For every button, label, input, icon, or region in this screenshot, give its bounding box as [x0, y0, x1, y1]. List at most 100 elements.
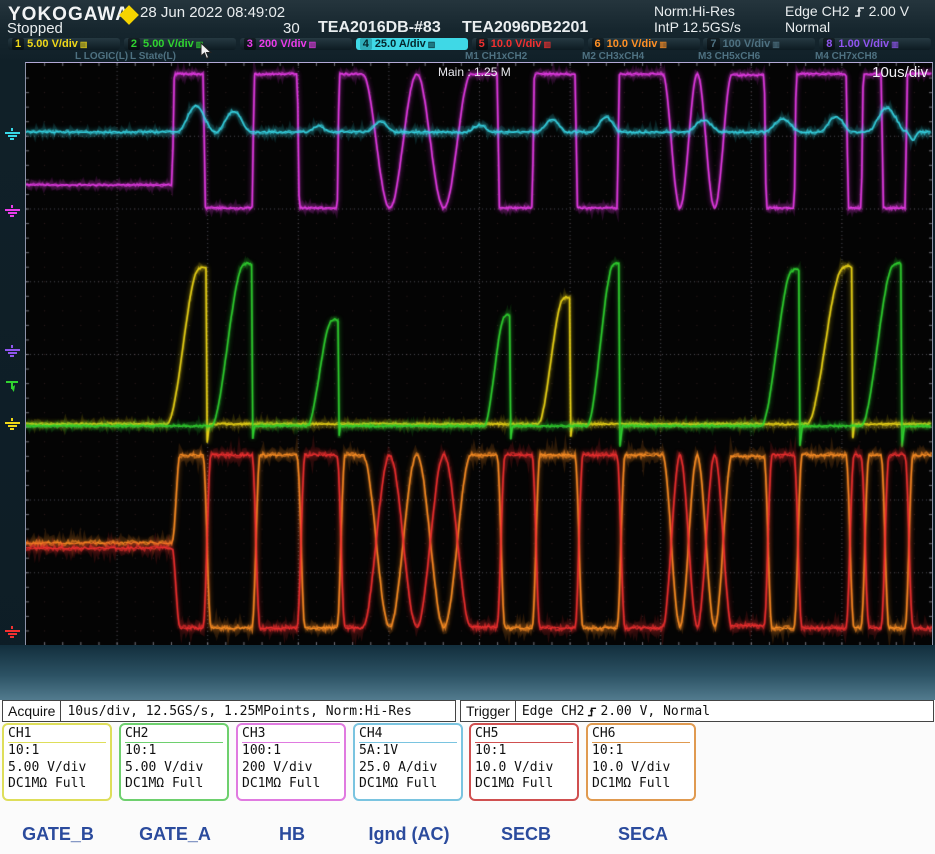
oscilloscope-screen: YOKOGAWA Stopped 28 Jun 2022 08:49:02 30…: [0, 0, 935, 854]
trigger-mode: Normal: [785, 19, 830, 35]
probe-icon: ▥: [543, 40, 551, 49]
bar-item-m3-ch5xch6[interactable]: M3 CH5xCH6: [698, 51, 760, 62]
bar-item-l-logic-l-[interactable]: L LOGIC(L): [75, 51, 128, 62]
signal-label-gate-b: GATE_B: [22, 824, 94, 845]
probe-ratio: 100:1: [242, 743, 340, 760]
channel-scale: 200 V/div: [259, 38, 307, 50]
channel-box-title: CH6: [592, 725, 690, 743]
interpolation-rate: IntP 12.5GS/s: [654, 19, 741, 35]
trigger-summary: Edge CH2 2.00 V: [785, 3, 909, 19]
channel-box-ch6[interactable]: CH610:110.0 V/divDC1MΩ Full: [586, 723, 696, 801]
signal-label-hb: HB: [279, 824, 305, 845]
channel-number: 4: [360, 38, 372, 50]
coupling: DC1MΩ Full: [242, 776, 340, 793]
channel-number: 3: [244, 38, 256, 50]
bar-item-m2-ch3xch4[interactable]: M2 CH3xCH4: [582, 51, 644, 62]
probe-icon: ▥: [428, 40, 436, 49]
trigger-info-bar[interactable]: Trigger Edge CH2 2.00 V, Normal: [460, 700, 934, 722]
lower-gradient-band: [0, 645, 935, 700]
channel-box-title: CH4: [359, 725, 457, 743]
channel-number: 1: [12, 38, 24, 50]
ch8-position-marker[interactable]: [3, 345, 21, 357]
waveform-graticule: Main : 1.25 M 10us/div: [25, 62, 933, 646]
probe-ratio: 5A:1V: [359, 743, 457, 760]
coupling: DC1MΩ Full: [8, 776, 106, 793]
channel-scale: 25.0 A/div: [375, 38, 426, 50]
ch1-position-marker[interactable]: [3, 418, 21, 430]
channel-scale: 1.00 V/div: [838, 38, 889, 50]
channel-box-ch1[interactable]: CH110:15.00 V/divDC1MΩ Full: [2, 723, 112, 801]
channel-number: 5: [476, 38, 488, 50]
channel-button-ch5[interactable]: 510.0 V/div▥: [472, 38, 584, 50]
probe-ratio: 10:1: [592, 743, 690, 760]
channel-box-title: CH2: [125, 725, 223, 743]
file-name-1: TEA2016DB-#83: [318, 19, 441, 37]
channel-box-ch2[interactable]: CH210:15.00 V/divDC1MΩ Full: [119, 723, 229, 801]
vertical-scale: 10.0 V/div: [592, 760, 690, 777]
channel-button-ch7[interactable]: 7 100 V/div▥: [703, 38, 815, 50]
waveform-canvas: [26, 63, 932, 645]
bar-item-l-state-l-[interactable]: L State(L): [130, 51, 176, 62]
ch3-position-marker[interactable]: [3, 205, 21, 217]
trigger-source: Edge CH2: [785, 3, 850, 19]
channel-button-ch1[interactable]: 15.00 V/div▥: [8, 38, 120, 50]
channel-scale: 10.0 V/div: [491, 38, 542, 50]
channel-box-ch4[interactable]: CH45A:1V25.0 A/divDC1MΩ Full: [353, 723, 463, 801]
trigger-label: Trigger: [461, 701, 516, 721]
run-status: Stopped: [7, 20, 63, 37]
channel-scale: 100 V/div: [723, 38, 771, 50]
ch4-position-marker[interactable]: [3, 128, 21, 140]
channel-button-ch3[interactable]: 3200 V/div▥: [240, 38, 352, 50]
top-status-bar: YOKOGAWA Stopped 28 Jun 2022 08:49:02 30…: [0, 0, 935, 37]
scope-chrome: YOKOGAWA Stopped 28 Jun 2022 08:49:02 30…: [0, 0, 935, 700]
rising-edge-icon: [854, 5, 865, 18]
bar-item-m4-ch7xch8[interactable]: M4 CH7xCH8: [815, 51, 877, 62]
channel-box-title: CH5: [475, 725, 573, 743]
probe-icon: ▥: [309, 40, 317, 49]
coupling: DC1MΩ Full: [359, 776, 457, 793]
acquisition-count: 30: [283, 20, 300, 37]
ch2-trigger-level-marker[interactable]: [3, 381, 21, 391]
probe-icon: ▥: [659, 40, 667, 49]
acquire-info-bar[interactable]: Acquire 10us/div, 12.5GS/s, 1.25MPoints,…: [2, 700, 456, 722]
ch5-position-marker[interactable]: [3, 626, 21, 638]
channel-scale: 10.0 V/div: [607, 38, 658, 50]
channel-scale: 5.00 V/div: [27, 38, 78, 50]
channel-box-ch5[interactable]: CH510:110.0 V/divDC1MΩ Full: [469, 723, 579, 801]
channel-box-title: CH1: [8, 725, 106, 743]
probe-icon: ▥: [891, 40, 899, 49]
channel-number: 7: [707, 38, 719, 50]
channel-box-title: CH3: [242, 725, 340, 743]
probe-ratio: 10:1: [475, 743, 573, 760]
logic-math-bar: L LOGIC(L)L State(L) M1 CH1xCH2 M2 CH3xCH4…: [0, 51, 935, 62]
channel-box-ch3[interactable]: CH3100:1200 V/divDC1MΩ Full: [236, 723, 346, 801]
record-length-label: Main : 1.25 M: [438, 65, 511, 79]
probe-ratio: 10:1: [125, 743, 223, 760]
probe-icon: ▥: [80, 40, 88, 49]
file-name-2: TEA2096DB2201: [462, 19, 588, 37]
channel-scale-bar: 15.00 V/div▥25.00 V/div▥3200 V/div▥425.0…: [0, 38, 935, 51]
channel-number: 8: [823, 38, 835, 50]
rising-edge-icon: [587, 705, 597, 718]
channel-button-ch8[interactable]: 81.00 V/div▥: [819, 38, 931, 50]
coupling: DC1MΩ Full: [475, 776, 573, 793]
probe-icon: ▥: [772, 40, 780, 49]
channel-button-ch6[interactable]: 610.0 V/div▥: [588, 38, 700, 50]
coupling: DC1MΩ Full: [592, 776, 690, 793]
channel-number: 6: [592, 38, 604, 50]
channel-button-ch4[interactable]: 425.0 A/div▥: [356, 38, 468, 50]
datetime: 28 Jun 2022 08:49:02: [140, 4, 285, 21]
mouse-cursor-icon: [200, 42, 213, 65]
trigger-info-suffix: 2.00 V, Normal: [600, 704, 710, 719]
vertical-scale: 25.0 A/div: [359, 760, 457, 777]
bar-item-m1-ch1xch2[interactable]: M1 CH1xCH2: [465, 51, 527, 62]
signal-label-secb: SECB: [501, 824, 551, 845]
probe-ratio: 10:1: [8, 743, 106, 760]
trigger-info-source: Edge CH2: [522, 704, 585, 719]
channel-scale: 5.00 V/div: [143, 38, 194, 50]
trigger-info: Edge CH2 2.00 V, Normal: [516, 704, 716, 719]
channel-number: 2: [128, 38, 140, 50]
signal-label-ignd-ac-: Ignd (AC): [369, 824, 450, 845]
channel-button-ch2[interactable]: 25.00 V/div▥: [124, 38, 236, 50]
acquire-label: Acquire: [3, 701, 61, 721]
